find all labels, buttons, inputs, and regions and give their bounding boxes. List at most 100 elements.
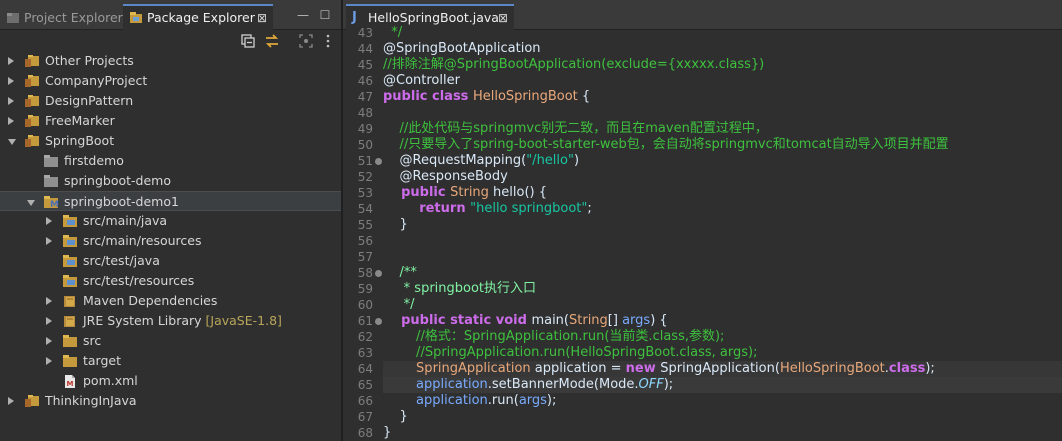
collapsed-arrow-icon[interactable] [8,117,14,125]
code-line[interactable]: //只要导入了spring-boot-starter-web包，会自动将spri… [383,137,1062,153]
tree-item[interactable]: ThinkingInJava [0,391,341,411]
view-menu-icon[interactable] [320,33,336,49]
tree-item[interactable]: Mpom.xml [0,371,341,391]
link-with-editor-icon[interactable] [264,33,280,49]
collapsed-arrow-icon[interactable] [8,77,14,85]
code-text-area[interactable]: */@SpringBootApplication//排除注解@SpringBoo… [383,25,1062,441]
code-line[interactable]: return "hello springboot"; [383,201,1062,217]
code-line[interactable]: /** [383,265,1062,281]
code-line[interactable] [383,105,1062,121]
code-line[interactable]: public String hello() { [383,185,1062,201]
tree-item[interactable]: src/main/resources [0,231,341,251]
code-token: args [622,313,651,328]
fold-marker-icon[interactable] [375,318,382,325]
line-number: 56 [357,234,373,248]
collapsed-arrow-icon[interactable] [46,317,52,325]
tree-item-label: JRE System Library [JavaSE-1.8] [83,313,282,328]
code-line[interactable]: } [383,409,1062,425]
expanded-arrow-icon[interactable] [27,200,35,206]
svg-text:M: M [50,200,59,209]
code-token: /** [383,265,417,280]
code-line[interactable] [383,249,1062,265]
code-token: String [569,313,608,328]
line-number: 64 [357,362,373,376]
collapse-all-icon[interactable] [240,33,256,49]
code-token: args [518,393,547,408]
code-token: */ [383,25,403,40]
focus-icon[interactable] [298,33,314,49]
code-token: .setBannerMode(Mode. [487,377,639,392]
tree-item[interactable]: src/test/java [0,251,341,271]
close-icon[interactable]: ⊠ [257,6,267,30]
tree-item[interactable]: Other Projects [0,51,341,71]
minimize-button[interactable]: — [296,8,310,22]
tree-item[interactable]: CompanyProject [0,71,341,91]
code-token: application [383,377,488,392]
project-folder-icon [25,395,39,407]
collapsed-arrow-icon[interactable] [8,97,14,105]
code-line[interactable]: @RequestMapping("/hello") [383,153,1062,169]
tab-project-explorer[interactable]: Project Explorer [0,6,123,30]
line-number: 43 [357,26,373,40]
maven-project-icon: M [44,196,59,209]
line-number: 60 [357,298,373,312]
code-token: application [383,393,488,408]
fold-marker-icon[interactable] [375,158,382,165]
tree-item[interactable]: src/main/java [0,211,341,231]
code-token: String [450,185,489,200]
tree-item[interactable]: Mspringboot-demo1 [0,191,341,211]
code-line[interactable]: } [383,217,1062,233]
collapsed-arrow-icon[interactable] [46,237,52,245]
code-line[interactable]: SpringApplication application = new Spri… [383,361,1062,377]
tree-item[interactable]: src/test/resources [0,271,341,291]
code-line[interactable]: //排除注解@SpringBootApplication(exclude={xx… [383,57,1062,73]
code-line[interactable]: public class HelloSpringBoot { [383,89,1062,105]
code-line[interactable] [383,233,1062,249]
maximize-button[interactable]: ☐ [318,8,332,22]
folder-icon [63,355,77,367]
line-number: 46 [357,74,373,88]
code-line[interactable]: //此处代码与springmvc别无二致，而且在maven配置过程中， [383,121,1062,137]
tree-item[interactable]: Maven Dependencies [0,291,341,311]
code-token: } [383,425,392,440]
code-line[interactable]: @Controller [383,73,1062,89]
expanded-arrow-icon[interactable] [8,139,16,145]
line-number: 54 [357,202,373,216]
code-line[interactable]: application.setBannerMode(Mode.OFF); [383,377,1062,393]
tree-item[interactable]: target [0,351,341,371]
fold-marker-icon[interactable] [375,270,382,277]
collapsed-arrow-icon[interactable] [46,297,52,305]
code-line[interactable]: application.run(args); [383,393,1062,409]
tree-item[interactable]: firstdemo [0,151,341,171]
code-line[interactable]: //SpringApplication.run(HelloSpringBoot.… [383,345,1062,361]
code-line[interactable]: public static void main(String[] args) { [383,313,1062,329]
code-line[interactable]: //格式：SpringApplication.run(当前类.class,参数)… [383,329,1062,345]
collapsed-arrow-icon[interactable] [46,337,52,345]
code-token: @SpringBootApplication [383,41,541,56]
tree-item[interactable]: DesignPattern [0,91,341,111]
tree-item-label: SpringBoot [45,133,115,148]
code-token: ; [587,201,592,216]
code-token: HelloSpringBoot [779,361,885,376]
code-line[interactable]: */ [383,25,1062,41]
tree-item-label: src/test/java [83,253,160,268]
code-line[interactable]: */ [383,297,1062,313]
code-line[interactable]: * springboot执行入口 [383,281,1062,297]
tree-item[interactable]: SpringBoot [0,131,341,151]
tree-item[interactable]: FreeMarker [0,111,341,131]
line-number: 67 [357,410,373,424]
tree-item[interactable]: springboot-demo [0,171,341,191]
collapsed-arrow-icon[interactable] [8,397,14,405]
code-token: return [383,201,471,216]
code-token: public static void [383,313,532,328]
collapsed-arrow-icon[interactable] [46,217,52,225]
code-line[interactable]: } [383,425,1062,441]
collapsed-arrow-icon[interactable] [8,57,14,65]
tab-package-explorer[interactable]: Package Explorer ⊠ [123,4,273,30]
code-token: //只要导入了spring-boot-starter-web包，会自动将spri… [383,137,949,152]
code-line[interactable]: @ResponseBody [383,169,1062,185]
collapsed-arrow-icon[interactable] [46,357,52,365]
tree-item[interactable]: JRE System Library [JavaSE-1.8] [0,311,341,331]
code-line[interactable]: @SpringBootApplication [383,41,1062,57]
tree-item[interactable]: src [0,331,341,351]
